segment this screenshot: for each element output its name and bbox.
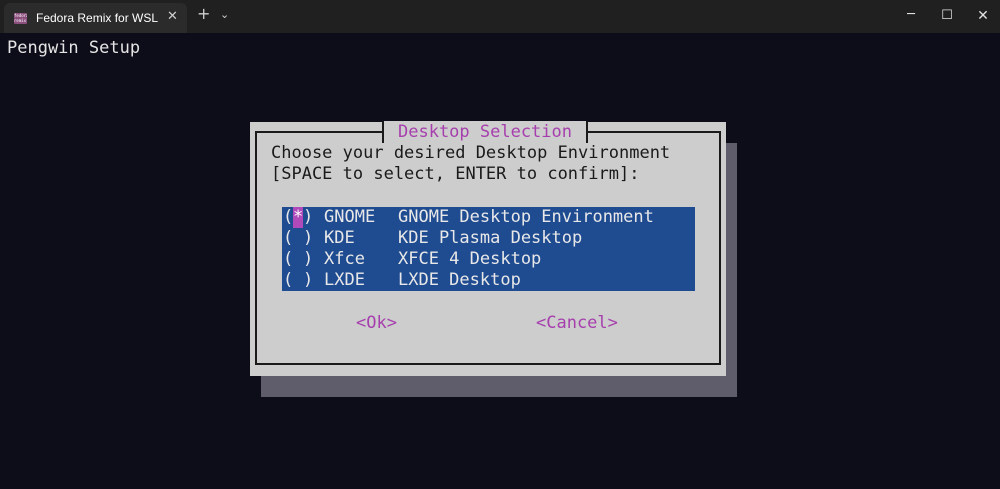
radio-open: ( — [283, 207, 294, 227]
new-tab-icon[interactable]: + — [197, 6, 210, 22]
close-tab-icon[interactable]: ✕ — [167, 9, 178, 24]
option-tag: KDE — [324, 228, 355, 248]
option-lxde[interactable]: ( ) LXDE LXDE Desktop — [282, 270, 695, 291]
cancel-button[interactable]: <Cancel> — [536, 313, 618, 333]
close-window-button[interactable]: ✕ — [960, 5, 1000, 29]
radio-mark: * — [293, 207, 304, 228]
title-bar: fedora remix Fedora Remix for WSL ✕ + ⌄ … — [0, 0, 1000, 33]
prompt-line-1: Choose your desired Desktop Environment — [271, 143, 671, 163]
option-description: GNOME Desktop Environment — [398, 207, 654, 227]
tab-title: Fedora Remix for WSL — [36, 11, 159, 25]
tab-dropdown-icon[interactable]: ⌄ — [220, 8, 229, 21]
tab-fedora-remix[interactable]: fedora remix Fedora Remix for WSL ✕ — [4, 3, 187, 33]
radio-open: ( — [283, 249, 294, 269]
prompt-line-2: [SPACE to select, ENTER to confirm]: — [271, 164, 640, 184]
option-description: XFCE 4 Desktop — [398, 249, 542, 269]
option-gnome[interactable]: ( * ) GNOME GNOME Desktop Environment — [282, 207, 695, 228]
fedora-remix-icon: fedora remix — [14, 13, 27, 24]
dialog-title: Desktop Selection — [382, 121, 588, 143]
desktop-options-list: ( * ) GNOME GNOME Desktop Environment ( … — [282, 207, 695, 291]
setup-header: Pengwin Setup — [7, 38, 141, 58]
option-kde[interactable]: ( ) KDE KDE Plasma Desktop — [282, 228, 695, 249]
option-tag: GNOME — [324, 207, 376, 227]
radio-close: ) — [303, 207, 314, 227]
radio-open: ( — [283, 228, 294, 248]
radio-close: ) — [303, 270, 314, 290]
option-tag: LXDE — [324, 270, 365, 290]
option-description: LXDE Desktop — [398, 270, 521, 290]
option-description: KDE Plasma Desktop — [398, 228, 583, 248]
ok-button[interactable]: <Ok> — [356, 313, 397, 333]
radio-mark — [293, 249, 303, 270]
radio-mark — [293, 228, 303, 249]
radio-open: ( — [283, 270, 294, 290]
radio-close: ) — [303, 249, 314, 269]
option-tag: Xfce — [324, 249, 365, 269]
radio-mark — [293, 270, 303, 291]
option-xfce[interactable]: ( ) Xfce XFCE 4 Desktop — [282, 249, 695, 270]
radio-close: ) — [303, 228, 314, 248]
